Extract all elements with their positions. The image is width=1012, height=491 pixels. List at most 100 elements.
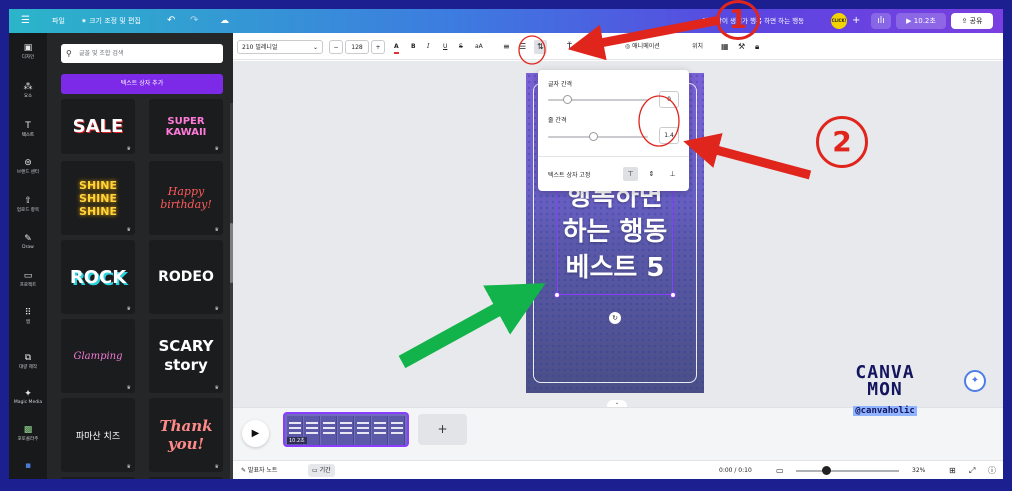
transparency-icon[interactable]: ▦ bbox=[721, 40, 729, 54]
lock-icon[interactable]: 🔒︎ bbox=[755, 40, 759, 54]
text-style-tile[interactable] bbox=[149, 477, 223, 479]
text-style-tile[interactable]: SHINE SHINE SHINE ♛ bbox=[61, 161, 135, 235]
spacing-icon[interactable]: ⇅ bbox=[534, 40, 547, 54]
text-style-tile[interactable]: Glamping ♛ bbox=[61, 319, 135, 393]
slider-knob[interactable] bbox=[589, 132, 598, 141]
font-size-input[interactable]: 128 bbox=[345, 40, 369, 54]
rail-item-apps[interactable]: ⠿ 앱 bbox=[9, 308, 47, 325]
zoom-knob[interactable] bbox=[822, 466, 831, 475]
rail-item-uploads[interactable]: ⇧ 업로드 항목 bbox=[9, 196, 47, 213]
thumbnail-frame bbox=[389, 416, 405, 445]
file-menu[interactable]: 파일 bbox=[52, 9, 65, 33]
tile-text: RODEO bbox=[158, 269, 214, 285]
font-family-select[interactable]: 210 빌레니얼 ⌄ bbox=[237, 40, 323, 54]
rail-item-brand[interactable]: ⊜ 브랜드 센터 bbox=[9, 158, 47, 175]
text-style-tile[interactable]: 파마산 치즈 ♛ bbox=[61, 398, 135, 472]
letter-spacing-slider[interactable] bbox=[548, 95, 648, 104]
notes-label: 발표자 노트 bbox=[247, 467, 278, 474]
grid-view-icon[interactable]: ⊞ bbox=[949, 461, 956, 479]
rail-item-projects[interactable]: ▭ 프로젝트 bbox=[9, 271, 47, 288]
app-thumbnail-icon: ▪ bbox=[24, 461, 32, 471]
text-style-tile[interactable]: ROCK ♛ bbox=[61, 240, 135, 314]
page-thumbnail-strip[interactable]: 10.2초 bbox=[283, 412, 409, 447]
rail-item-bulk-create[interactable]: ⧉ 대량 제작 bbox=[9, 353, 47, 370]
thumbnail-frame bbox=[372, 416, 388, 445]
rail-item-photo-collage[interactable]: ▩ 포토콜라주 bbox=[9, 425, 47, 442]
crown-icon: ♛ bbox=[126, 385, 131, 391]
animate-button[interactable]: ◎ 애니메이션 bbox=[625, 40, 660, 54]
crown-icon: ♛ bbox=[214, 146, 219, 152]
text-style-tile[interactable] bbox=[61, 477, 135, 479]
letter-spacing-input[interactable]: 0 bbox=[659, 91, 679, 108]
text-style-tile[interactable]: SCARY story ♛ bbox=[149, 319, 223, 393]
play-button[interactable]: ▶ bbox=[242, 420, 269, 447]
magic-assistant-icon[interactable]: ✦ bbox=[964, 370, 986, 392]
collapse-timeline-icon[interactable]: ⌄ bbox=[607, 400, 627, 407]
bold-button[interactable]: B bbox=[411, 40, 416, 54]
paint-format-icon[interactable]: ⚒ bbox=[738, 40, 745, 54]
effects-icon[interactable]: Ť bbox=[567, 40, 572, 54]
underline-button[interactable]: U bbox=[443, 40, 447, 54]
rail-label: 업로드 항목 bbox=[16, 208, 40, 213]
align-center-icon[interactable]: ≡ bbox=[503, 40, 510, 54]
redo-icon[interactable]: ↷ bbox=[190, 9, 198, 33]
list-icon[interactable]: ☰ bbox=[519, 40, 526, 54]
page-view-icon[interactable]: ▭ bbox=[776, 461, 784, 479]
rail-label: Magic Media bbox=[13, 400, 43, 405]
fullscreen-icon[interactable]: ⤢ bbox=[969, 461, 975, 479]
add-collaborator-icon[interactable]: + bbox=[852, 9, 860, 33]
notes-button[interactable]: ✎ 발표자 노트 bbox=[241, 461, 277, 479]
collage-icon: ▩ bbox=[23, 425, 33, 435]
font-size-decrease-button[interactable]: − bbox=[329, 40, 343, 54]
search-input[interactable]: ⚲ 글꼴 및 조합 검색 bbox=[61, 44, 223, 63]
anchor-bottom-icon[interactable]: ⊥ bbox=[665, 167, 680, 181]
text-style-tile[interactable]: SALE ♛ bbox=[61, 99, 135, 154]
italic-button[interactable]: I bbox=[427, 40, 429, 54]
resize-handle[interactable] bbox=[670, 292, 676, 298]
add-page-button[interactable]: + bbox=[418, 414, 467, 445]
folder-icon: ▭ bbox=[23, 271, 33, 281]
rail-item-magic-media[interactable]: ✦ Magic Media bbox=[9, 389, 47, 405]
avatar[interactable]: CLICK! bbox=[831, 13, 847, 29]
duration-button[interactable]: ▭ 기간 bbox=[308, 464, 335, 477]
play-preview-button[interactable]: ▶ 10.2초 bbox=[896, 13, 946, 29]
share-button[interactable]: ⇪ 공유 bbox=[951, 13, 993, 29]
rail-item-draw[interactable]: ✎ Draw bbox=[9, 234, 47, 250]
add-textbox-button[interactable]: 텍스트 상자 추가 bbox=[61, 74, 223, 94]
zoom-slider[interactable] bbox=[796, 466, 899, 475]
rail-item-text[interactable]: T 텍스트 bbox=[9, 121, 47, 138]
menu-icon[interactable]: ☰ bbox=[21, 9, 30, 33]
resize-button[interactable]: ⁕ 크기 조정 및 편집 bbox=[81, 9, 141, 33]
crown-icon: ♛ bbox=[214, 464, 219, 470]
help-icon[interactable]: ⓘ bbox=[988, 461, 996, 479]
text-style-tile[interactable]: Thank you! ♛ bbox=[149, 398, 223, 472]
rail-item-more[interactable]: ▪ bbox=[9, 461, 47, 472]
rotate-icon[interactable]: ↻ bbox=[609, 312, 621, 324]
resize-handle[interactable] bbox=[554, 292, 560, 298]
cloud-save-icon[interactable]: ☁ bbox=[220, 9, 229, 33]
zoom-level[interactable]: 32% bbox=[912, 461, 925, 479]
text-color-icon[interactable]: A bbox=[394, 40, 399, 54]
text-case-button[interactable]: aA bbox=[475, 40, 483, 54]
text-style-tile[interactable]: RODEO ♛ bbox=[149, 240, 223, 314]
thumbnail-frame bbox=[338, 416, 354, 445]
undo-icon[interactable]: ↶ bbox=[167, 9, 175, 33]
position-button[interactable]: 위치 bbox=[692, 40, 703, 54]
analytics-icon[interactable]: ılı bbox=[871, 13, 891, 29]
line-spacing-input[interactable]: 1.4 bbox=[659, 127, 679, 144]
rail-item-design[interactable]: ▣ 디자인 bbox=[9, 43, 47, 60]
rail-item-elements[interactable]: ⁂ 요소 bbox=[9, 82, 47, 99]
text-toolbar: 210 빌레니얼 ⌄ − 128 + A B I U S aA ≡ ☰ ⇅ Ť ◎… bbox=[233, 33, 1003, 60]
selection-box[interactable] bbox=[554, 186, 676, 298]
text-style-tile[interactable]: Happy birthday! ♛ bbox=[149, 161, 223, 235]
anchor-middle-icon[interactable]: ⇕ bbox=[644, 167, 659, 181]
slider-knob[interactable] bbox=[563, 95, 572, 104]
font-size-increase-button[interactable]: + bbox=[371, 40, 385, 54]
crown-icon: ♛ bbox=[214, 306, 219, 312]
strikethrough-button[interactable]: S bbox=[459, 40, 463, 54]
crown-icon: ♛ bbox=[126, 306, 131, 312]
anchor-top-icon[interactable]: ⊤ bbox=[623, 167, 638, 181]
line-spacing-slider[interactable] bbox=[548, 132, 648, 141]
crown-icon: ♛ bbox=[126, 464, 131, 470]
text-style-tile[interactable]: SUPER KAWAII ♛ bbox=[149, 99, 223, 154]
